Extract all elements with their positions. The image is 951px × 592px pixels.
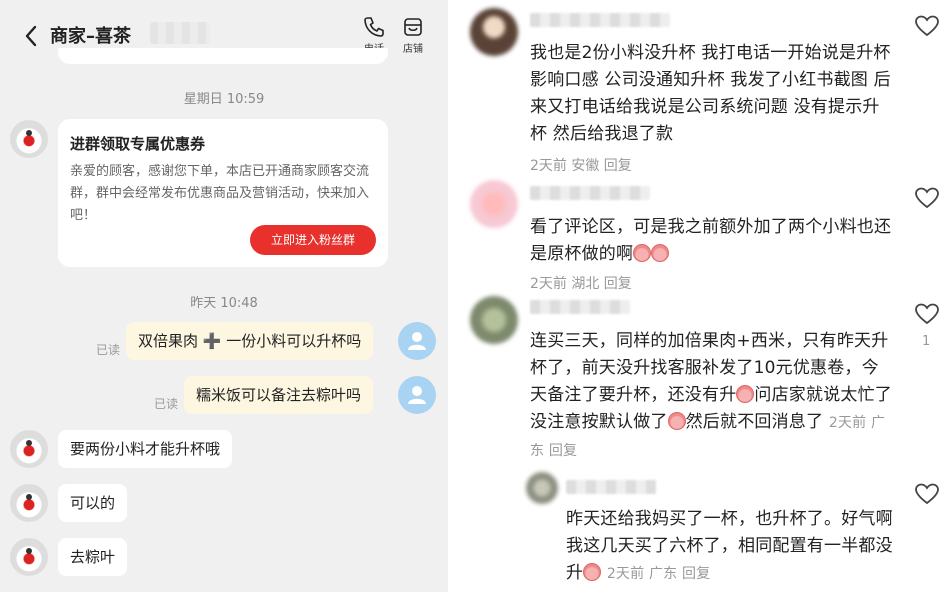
like-heart-icon[interactable]: [914, 14, 940, 38]
commenter-name[interactable]: [530, 186, 650, 200]
store-icon: [404, 18, 422, 36]
merchant-avatar[interactable]: [10, 484, 48, 522]
commenter-avatar[interactable]: [470, 8, 518, 56]
comment-meta[interactable]: 2天前 广东 回复: [607, 566, 711, 582]
comment-text: 昨天还给我妈买了一杯，也升杯了。好气啊我这几天买了六杯了，相同配置有一半都没升 …: [566, 506, 896, 588]
merchant-avatar[interactable]: [10, 120, 48, 158]
comment-text-content: 然后就不回消息了: [685, 412, 824, 432]
comments-panel: 我也是2份小料没升杯 我打电话一开始说是升杯影响口感 公司没通知升杯 我发了小红…: [448, 0, 951, 592]
chat-title: 商家–喜茶: [50, 26, 131, 47]
like-count: 1: [922, 334, 931, 349]
previous-card-edge: [58, 48, 388, 64]
sent-message: 双倍果肉 ➕ 一份小料可以升杯吗: [126, 322, 374, 360]
comment-meta[interactable]: 2天前 湖北 回复: [530, 273, 632, 293]
coupon-body: 亲爱的顾客，感谢您下单，本店已开通商家顾客交流群，群中会经常发布优惠商品及营销活…: [70, 164, 370, 223]
commenter-name[interactable]: [530, 13, 670, 27]
coupon-title: 进群领取专属优惠券: [70, 135, 206, 153]
merchant-avatar[interactable]: [10, 538, 48, 576]
crying-emoji-icon: [633, 244, 652, 262]
commenter-avatar[interactable]: [470, 296, 518, 344]
merchant-avatar[interactable]: [10, 430, 48, 468]
phone-icon: [364, 17, 384, 37]
commenter-avatar[interactable]: [526, 472, 558, 504]
received-message: 要两份小料才能升杯哦: [58, 430, 233, 468]
join-group-button[interactable]: 立即进入粉丝群: [250, 225, 376, 255]
commenter-name[interactable]: [566, 480, 656, 494]
received-message: 去粽叶: [58, 538, 128, 576]
commenter-name[interactable]: [530, 300, 630, 314]
user-avatar[interactable]: [398, 376, 436, 414]
read-label: 已读: [96, 343, 121, 357]
sent-message: 糯米饭可以备注去粽叶吗: [184, 376, 374, 414]
timestamp: 昨天 10:48: [190, 296, 258, 311]
comment-meta[interactable]: 2天前 安徽 回复: [530, 155, 632, 175]
person-icon: [408, 332, 426, 350]
comment-text: 看了评论区，可是我之前额外加了两个小料也还是原杯做的啊: [530, 214, 894, 268]
crying-emoji-icon: [651, 244, 670, 262]
like-heart-icon[interactable]: [914, 186, 940, 210]
like-heart-icon[interactable]: [914, 482, 940, 506]
angry-emoji-icon: [583, 563, 602, 581]
comment-text-content: 看了评论区，可是我之前额外加了两个小料也还是原杯做的啊: [530, 217, 892, 264]
angry-emoji-icon: [667, 412, 686, 430]
comment-text: 我也是2份小料没升杯 我打电话一开始说是升杯影响口感 公司没通知升杯 我发了小红…: [530, 43, 891, 144]
coupon-card: 进群领取专属优惠券 亲爱的顾客，感谢您下单，本店已开通商家顾客交流群，群中会经常…: [58, 119, 388, 267]
timestamp: 星期日 10:59: [183, 92, 265, 107]
read-label: 已读: [154, 397, 179, 411]
angry-emoji-icon: [736, 385, 755, 403]
like-heart-icon[interactable]: [914, 302, 940, 326]
blurred-name: [150, 22, 210, 44]
user-avatar[interactable]: [398, 322, 436, 360]
back-arrow-icon[interactable]: [22, 24, 40, 48]
store-label: 店铺: [403, 44, 423, 55]
received-message: 可以的: [58, 484, 128, 522]
comment-text: 连买三天，同样的加倍果肉+西米，只有昨天升杯了，前天没升找客服补发了10元优惠卷…: [530, 328, 894, 465]
commenter-avatar[interactable]: [470, 180, 518, 228]
store-button[interactable]: 店铺: [395, 16, 431, 55]
chat-panel: 商家–喜茶 电话 店铺 星期日 10:59 进群领取专属优惠券 亲爱的顾客，感谢…: [0, 0, 448, 592]
person-icon: [408, 386, 426, 404]
